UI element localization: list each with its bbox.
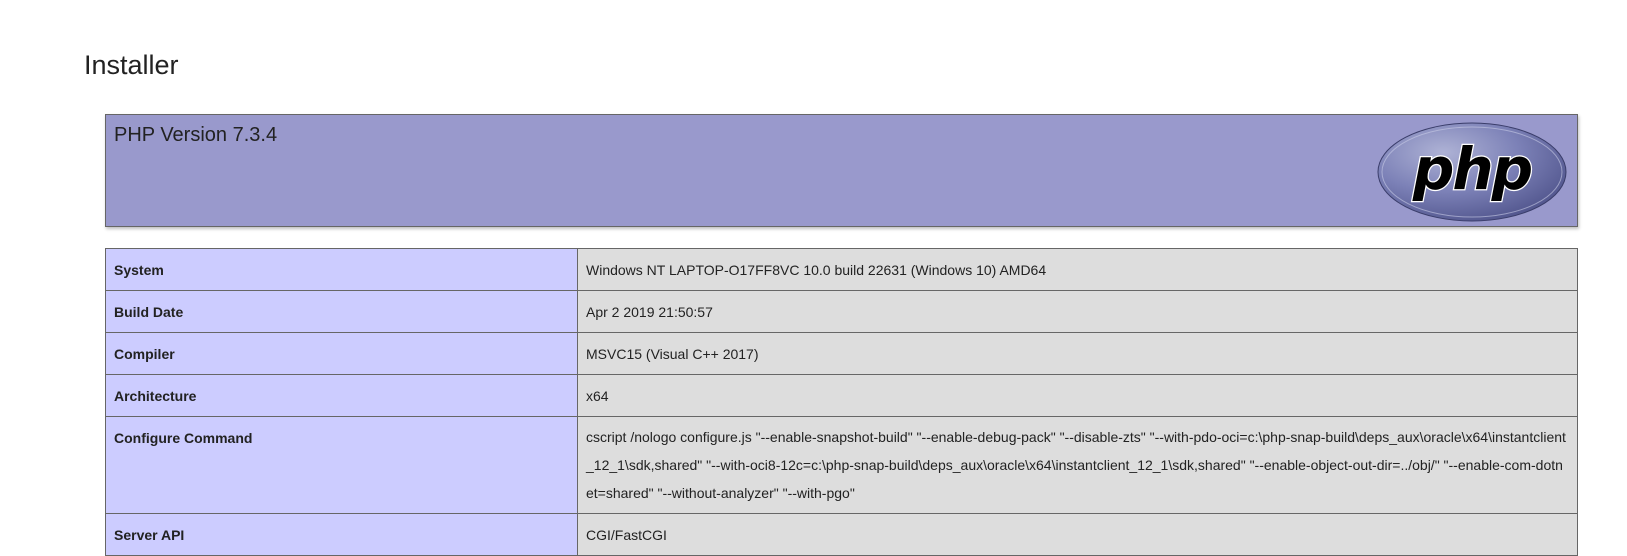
row-value-build-date: Apr 2 2019 21:50:57 — [577, 290, 1578, 333]
row-key-architecture: Architecture — [105, 374, 578, 417]
table-row: Server API CGI/FastCGI — [105, 513, 1578, 556]
php-info-table: System Windows NT LAPTOP-O17FF8VC 10.0 b… — [105, 248, 1578, 556]
table-row: Build Date Apr 2 2019 21:50:57 — [105, 290, 1578, 333]
row-value-architecture: x64 — [577, 374, 1578, 417]
row-value-configure-command: cscript /nologo configure.js "--enable-s… — [577, 416, 1578, 514]
row-key-compiler: Compiler — [105, 332, 578, 375]
row-value-server-api: CGI/FastCGI — [577, 513, 1578, 556]
php-version-header: PHP Version 7.3.4 php — [105, 114, 1578, 227]
row-value-compiler: MSVC15 (Visual C++ 2017) — [577, 332, 1578, 375]
table-row: Compiler MSVC15 (Visual C++ 2017) — [105, 332, 1578, 375]
table-row: Architecture x64 — [105, 374, 1578, 417]
row-key-system: System — [105, 248, 578, 291]
table-row: Configure Command cscript /nologo config… — [105, 416, 1578, 514]
php-logo-icon[interactable]: php — [1376, 121, 1568, 223]
row-key-server-api: Server API — [105, 513, 578, 556]
php-version-title: PHP Version 7.3.4 — [114, 124, 278, 146]
page-title: Installer — [84, 50, 179, 80]
row-key-build-date: Build Date — [105, 290, 578, 333]
row-key-configure-command: Configure Command — [105, 416, 578, 514]
table-row: System Windows NT LAPTOP-O17FF8VC 10.0 b… — [105, 248, 1578, 291]
php-logo-text: php — [1412, 135, 1532, 203]
row-value-system: Windows NT LAPTOP-O17FF8VC 10.0 build 22… — [577, 248, 1578, 291]
